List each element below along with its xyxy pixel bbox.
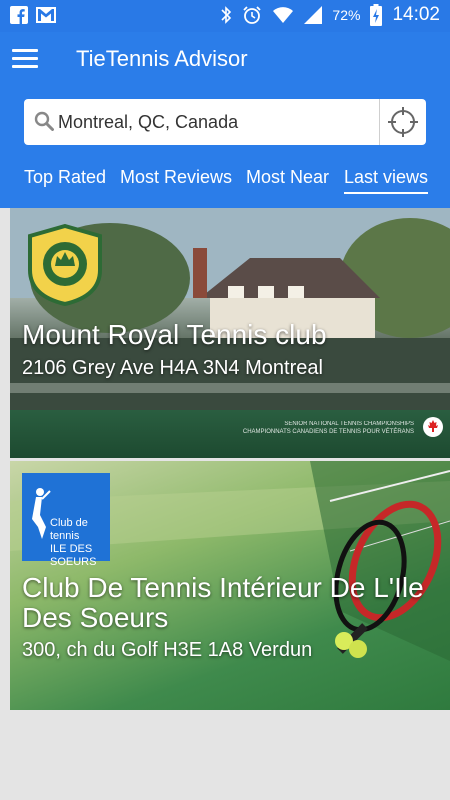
clock: 14:02 (392, 4, 440, 25)
club-name: Club De Tennis Intérieur De L'Ile Des So… (22, 572, 424, 633)
ile-des-soeurs-logo: Club de tennis ILE DES SOEURS (22, 473, 110, 568)
status-bar: 72% 14:02 (0, 0, 450, 32)
hamburger-menu-icon[interactable] (12, 49, 38, 69)
tab-most-reviews[interactable]: Most Reviews (120, 167, 232, 188)
app-title: TieTennis Advisor (76, 46, 248, 71)
tab-most-near[interactable]: Most Near (246, 167, 329, 188)
tab-top-rated[interactable]: Top Rated (24, 167, 106, 188)
club-name: Mount Royal Tennis club (22, 319, 327, 350)
maple-leaf-logo (423, 417, 443, 437)
club-card[interactable]: Club de tennis ILE DES SOEURS Club De Te… (10, 461, 450, 710)
gmail-icon (36, 7, 56, 23)
mount-royal-logo (26, 223, 104, 307)
signal-icon (304, 6, 323, 24)
banner-text: SENIOR NATIONAL TENNIS CHAMPIONSHIPS CHA… (242, 421, 414, 435)
app-bar: TieTennis Advisor Top Rated Most Reviews… (0, 32, 450, 208)
tab-last-views[interactable]: Last views (344, 167, 429, 194)
bluetooth-icon (221, 6, 232, 24)
search-icon (34, 111, 54, 131)
my-location-button[interactable] (379, 99, 426, 145)
tennis-player-icon (32, 488, 51, 539)
tab-bar: Top Rated Most Reviews Most Near Last vi… (0, 166, 450, 208)
club-address: 2106 Grey Ave H4A 3N4 Montreal (22, 357, 323, 379)
wifi-icon (273, 7, 294, 23)
crosshair-icon (388, 107, 418, 137)
search-input[interactable] (58, 99, 398, 145)
facebook-icon (10, 6, 28, 24)
battery-charging-icon (370, 4, 383, 26)
logo-text: Club de tennis ILE DES SOEURS (50, 517, 97, 568)
notification-icons (10, 6, 56, 24)
search-bar (24, 99, 426, 145)
alarm-icon (243, 6, 262, 24)
system-icons: 72% 14:02 (220, 4, 440, 26)
battery-percent: 72% (332, 7, 361, 23)
club-card[interactable]: Mount Royal Tennis club 2106 Grey Ave H4… (10, 208, 450, 458)
club-address: 300, ch du Golf H3E 1A8 Verdun (22, 639, 313, 661)
